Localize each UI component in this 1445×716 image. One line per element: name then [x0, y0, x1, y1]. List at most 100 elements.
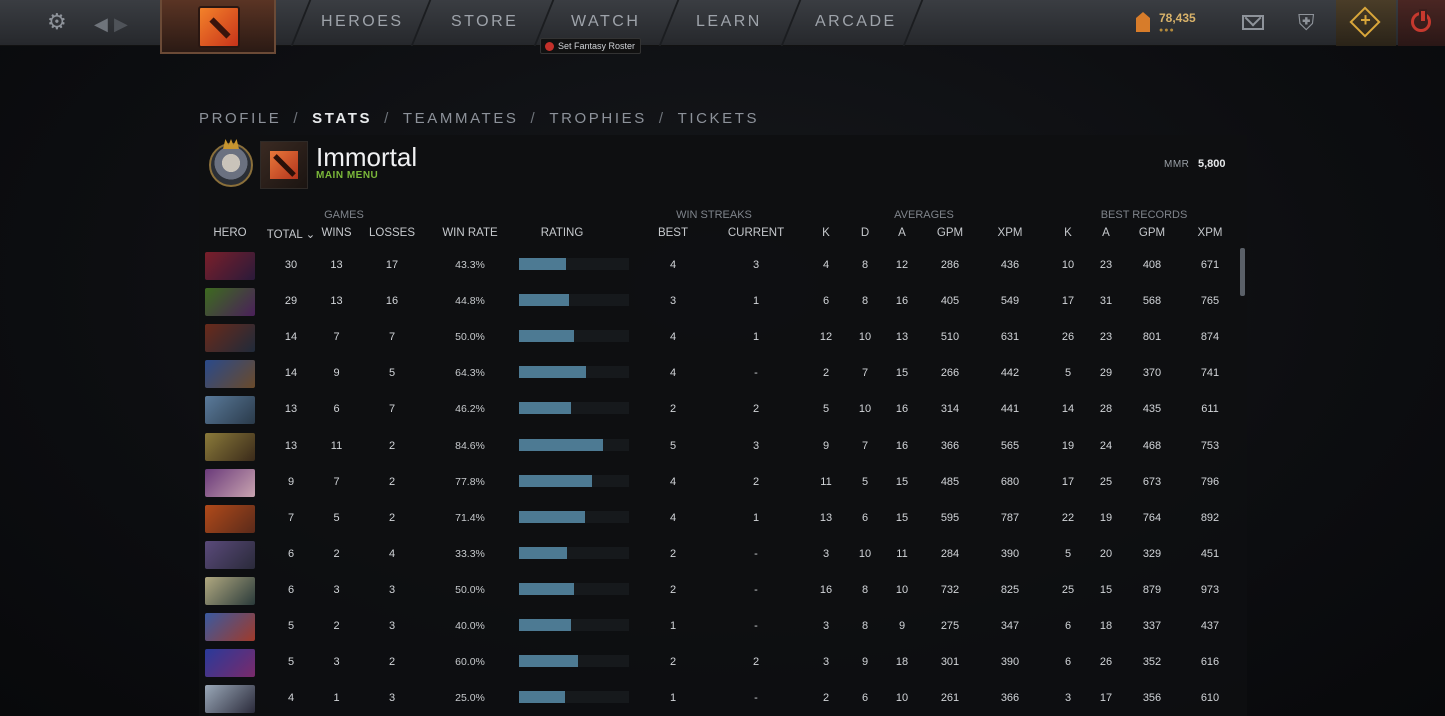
col-rating[interactable]: RATING [529, 227, 595, 239]
table-row[interactable]: 29 13 16 44.8% 3 1 6 8 16 405 549 17 31 568 765 [199, 283, 1239, 319]
col-best-k[interactable]: K [1058, 227, 1078, 239]
cell-avg-xpm: 436 [1000, 259, 1020, 271]
tab-teammates[interactable]: TEAMMATES [403, 110, 519, 127]
cell-total: 30 [284, 259, 298, 271]
cell-total: 29 [284, 295, 298, 308]
tab-tickets[interactable]: TICKETS [678, 110, 760, 127]
cell-losses: 7 [388, 403, 396, 416]
gold-icon [1136, 12, 1150, 32]
col-avg-xpm[interactable]: XPM [993, 227, 1027, 239]
col-total[interactable]: TOTAL ⌄ [265, 227, 317, 241]
cell-best-xpm: 610 [1200, 692, 1220, 705]
hero-portrait[interactable] [205, 432, 255, 461]
gear-icon[interactable]: ⚙ [47, 10, 67, 34]
nav-watch[interactable]: WATCH [571, 13, 640, 31]
hero-portrait[interactable] [205, 252, 255, 280]
cell-avg-a: 15 [895, 475, 909, 488]
tab-trophies[interactable]: TROPHIES [549, 110, 646, 127]
back-arrow-icon[interactable]: ◀ [94, 12, 108, 36]
cell-best-streak: 4 [669, 259, 677, 271]
col-avg-gpm[interactable]: GPM [932, 227, 968, 239]
tab-stats[interactable]: STATS [312, 110, 372, 127]
table-row[interactable]: 4 1 3 25.0% 1-2 6 10 261 366 3 17 356 610 [199, 680, 1239, 716]
cell-best-streak: 4 [669, 511, 677, 524]
hero-portrait[interactable] [205, 576, 255, 605]
cell-current-streak: 2 [752, 656, 760, 669]
cell-best-k: 10 [1061, 259, 1075, 271]
hero-portrait[interactable] [205, 468, 255, 497]
forward-arrow-icon[interactable]: ▶ [114, 12, 128, 36]
cell-avg-k: 4 [822, 259, 830, 271]
table-row[interactable]: 14 7 7 50.0% 4 1 12 10 13 510 631 26 23 801 874 [199, 319, 1239, 355]
col-hero[interactable]: HERO [205, 227, 255, 239]
cell-avg-a: 16 [895, 295, 909, 308]
cell-wins: 3 [333, 656, 340, 669]
cell-avg-xpm: 565 [1000, 439, 1020, 452]
rating-bar-track [519, 655, 629, 668]
cell-avg-d: 8 [861, 620, 869, 632]
hero-portrait[interactable] [205, 324, 255, 353]
col-wins[interactable]: WINS [319, 227, 354, 239]
quit-button[interactable] [1398, 0, 1445, 46]
cell-avg-gpm: 314 [940, 403, 960, 416]
hero-portrait[interactable] [205, 360, 255, 389]
fantasy-roster-tooltip[interactable]: Set Fantasy Roster [540, 38, 642, 54]
tab-profile[interactable]: PROFILE [199, 110, 281, 127]
table-row[interactable]: 14 9 5 64.3% 4 - 2 7 15 266 442 5 29 370 741 [199, 355, 1239, 391]
hero-portrait[interactable] [205, 540, 255, 569]
col-best-streak[interactable]: BEST [649, 227, 697, 239]
col-best-gpm[interactable]: GPM [1134, 227, 1170, 239]
rating-bar [519, 619, 571, 631]
table-row[interactable]: 5 3 2 60.0% 2 2 3 9 18 301 390 6 26 352 616 [199, 644, 1239, 680]
col-losses[interactable]: LOSSES [367, 227, 417, 239]
table-row[interactable]: 13 11 2 84.6% 5 3 9 7 16 366 565 19 24 468 753 [199, 428, 1239, 464]
cell-best-xpm: 753 [1200, 439, 1220, 452]
breadcrumb-separator: / [293, 110, 301, 127]
cell-avg-d: 6 [861, 511, 869, 524]
cell-avg-d: 6 [861, 692, 869, 705]
table-row[interactable]: 7 5 2 71.4% 4 1 13 6 15 595 787 22 19 764 892 [199, 500, 1239, 536]
hero-portrait[interactable] [205, 613, 255, 641]
col-avg-a[interactable]: A [892, 227, 912, 239]
power-icon [1411, 9, 1431, 32]
cell-best-a: 20 [1099, 547, 1113, 560]
cell-wins: 9 [333, 367, 340, 380]
col-current-streak[interactable]: CURRENT [724, 227, 788, 239]
avatar[interactable] [260, 141, 308, 189]
nav-store[interactable]: STORE [451, 13, 518, 31]
col-avg-d[interactable]: D [855, 227, 875, 239]
cell-current-streak: 1 [752, 511, 760, 524]
nav-arcade[interactable]: ARCADE [815, 13, 897, 31]
nav-learn[interactable]: LEARN [696, 13, 762, 31]
dota-logo-button[interactable] [160, 0, 276, 54]
rating-bar-track [519, 330, 629, 343]
table-row[interactable]: 6 3 3 50.0% 2 - 16 8 10 732 825 25 15 879 973 [199, 572, 1239, 608]
hero-portrait[interactable] [205, 288, 255, 317]
dota-plus-button[interactable] [1336, 0, 1396, 46]
shield-sword-icon[interactable]: ⛨ [1298, 10, 1315, 36]
cell-best-a: 24 [1099, 439, 1113, 452]
hero-portrait[interactable] [205, 649, 255, 678]
table-row[interactable]: 13 6 7 46.2% 2 2 5 10 16 314 441 14 28 435 611 [199, 391, 1239, 427]
nav-heroes[interactable]: HEROES [321, 13, 404, 31]
hero-portrait[interactable] [205, 685, 255, 714]
cell-best-xpm: 892 [1200, 511, 1220, 524]
cell-total: 13 [284, 403, 298, 416]
table-row[interactable]: 6 2 4 33.3% 2 - 3 10 11 284 390 5 20 329 451 [199, 536, 1239, 572]
col-best-a[interactable]: A [1096, 227, 1116, 239]
rating-bar [519, 366, 587, 379]
cell-best-gpm: 764 [1142, 511, 1162, 524]
group-averages: AVERAGES [894, 209, 954, 221]
hero-portrait[interactable] [205, 396, 255, 425]
col-win-rate[interactable]: WIN RATE [439, 227, 501, 239]
mail-icon[interactable] [1242, 15, 1264, 30]
table-row[interactable]: 9 7 2 77.8% 4 2 11 5 15 485 680 17 25 673 796 [199, 464, 1239, 500]
cell-avg-xpm: 390 [1000, 547, 1020, 560]
hero-portrait[interactable] [205, 504, 255, 533]
table-row[interactable]: 5 2 3 40.0% 1 - 3 8 9 275 347 6 18 337 437 [199, 608, 1239, 644]
col-best-xpm[interactable]: XPM [1192, 227, 1228, 239]
scrollbar[interactable] [1240, 248, 1245, 296]
table-row[interactable]: 30 13 17 43.3% 4 3 4 8 12 286 436 10 23 408 671 [199, 247, 1239, 283]
cell-total: 5 [287, 620, 295, 632]
col-avg-k[interactable]: K [816, 227, 836, 239]
